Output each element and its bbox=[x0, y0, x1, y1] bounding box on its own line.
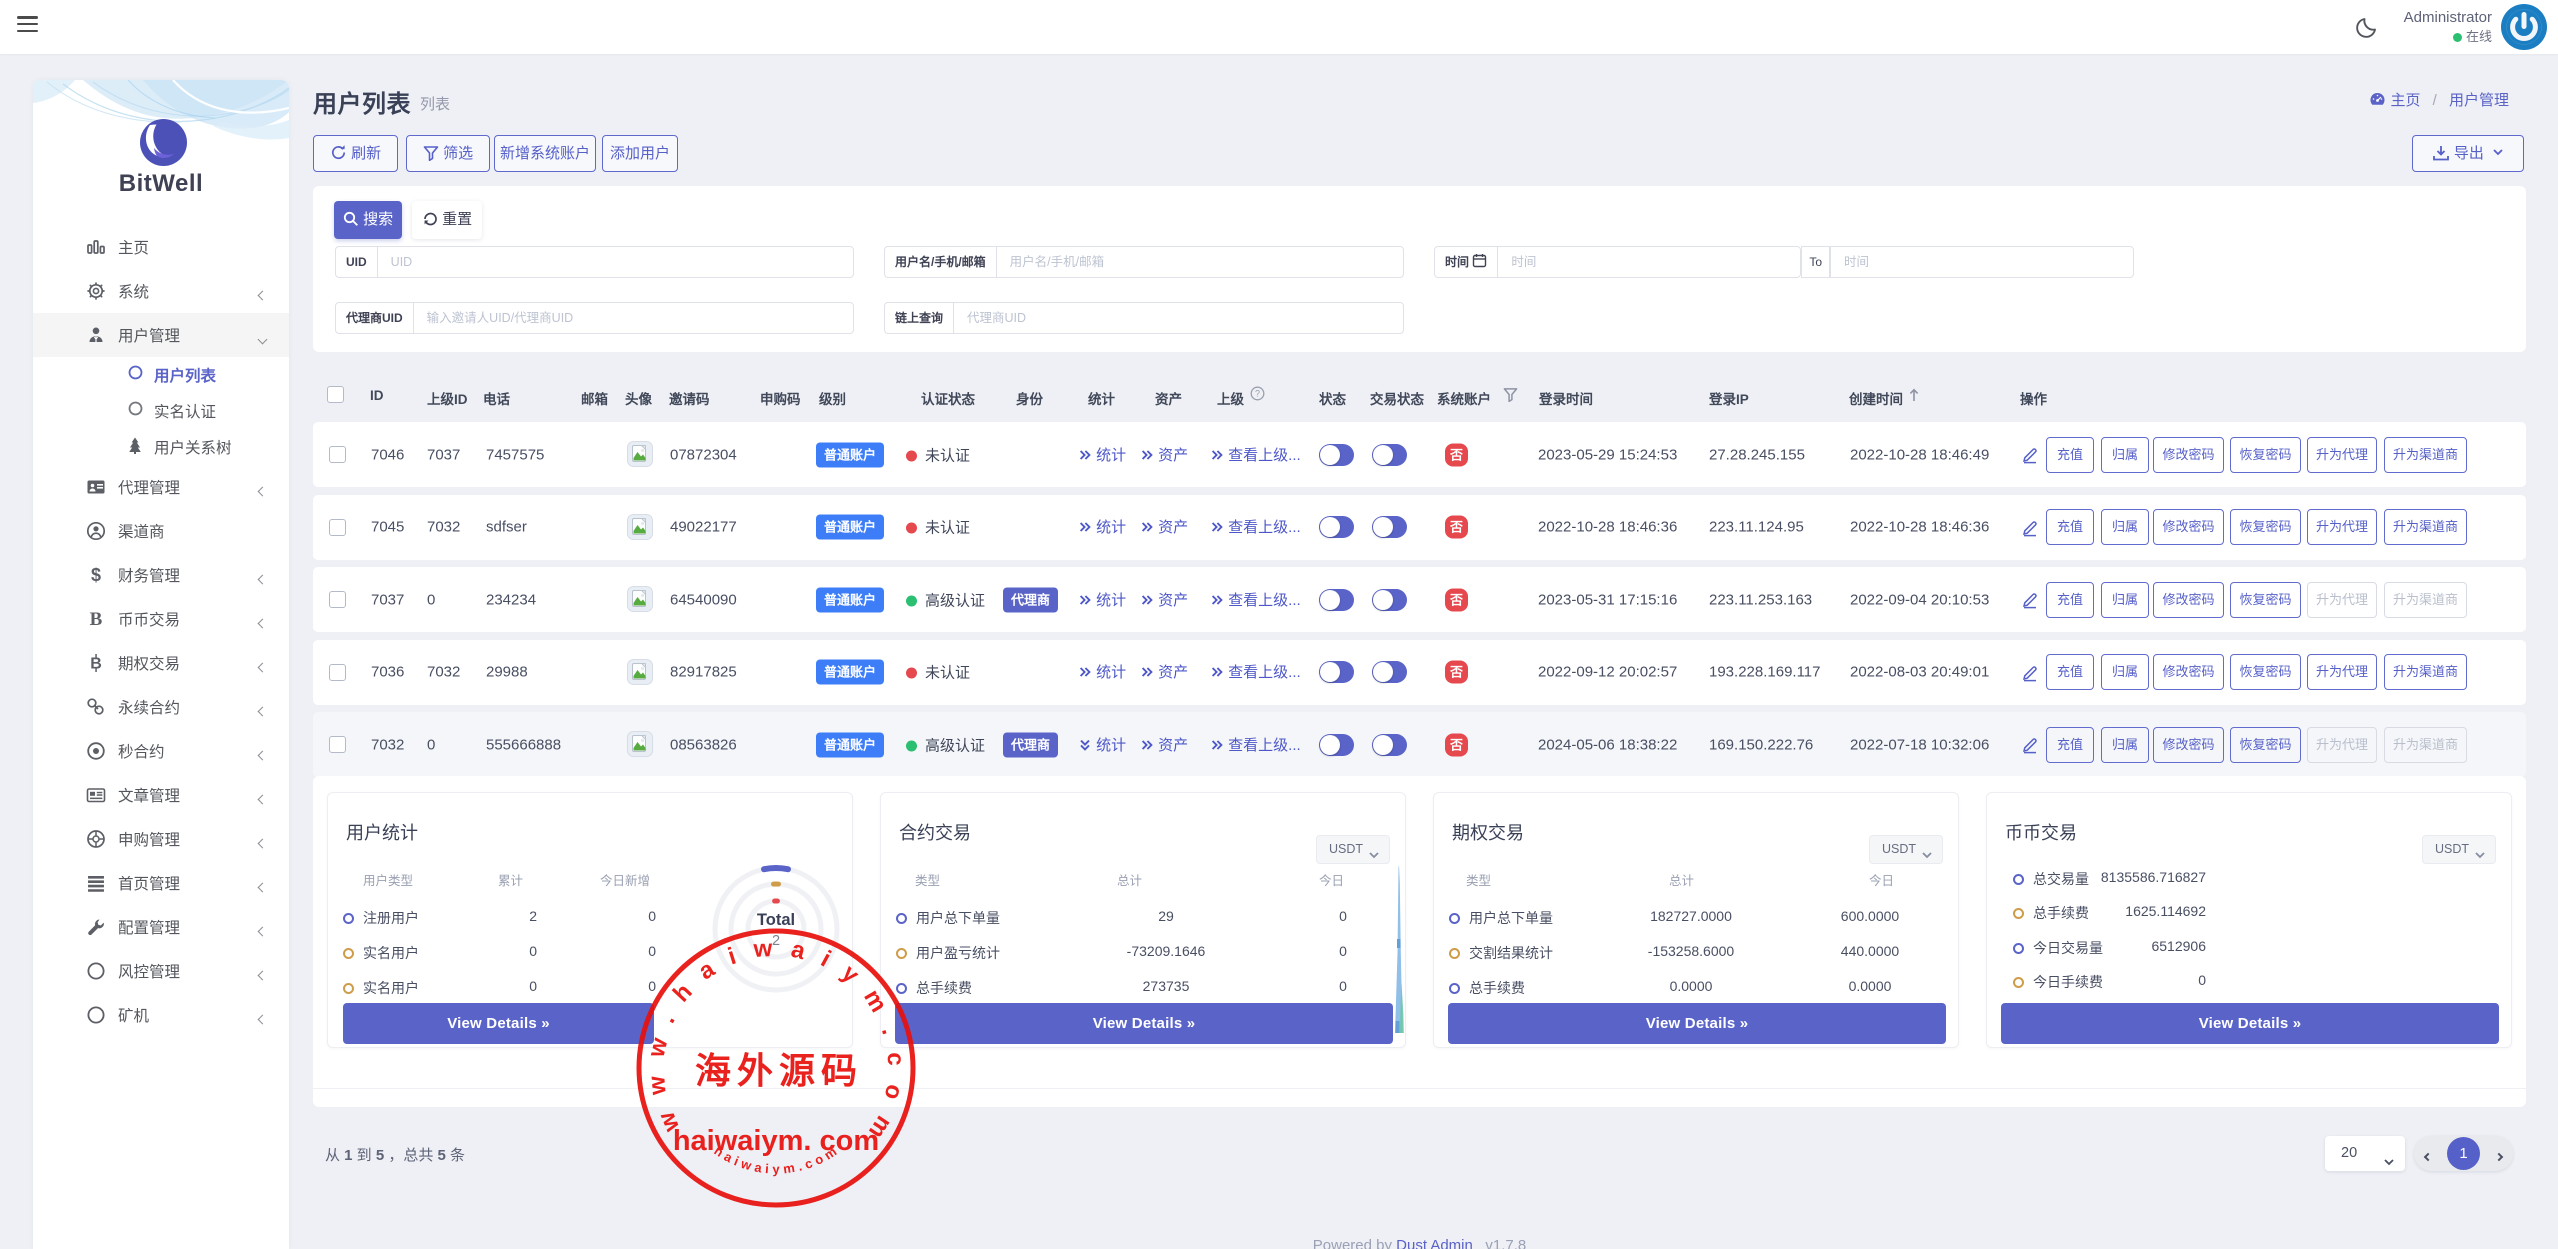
svg-text:haiwaiym. com: haiwaiym. com bbox=[673, 1125, 879, 1157]
svg-text:?: ? bbox=[1255, 389, 1260, 399]
svg-text:haiwaiym.com: haiwaiym.com bbox=[711, 1141, 842, 1176]
svg-text:Total: Total bbox=[757, 911, 795, 929]
svg-text:2: 2 bbox=[772, 933, 780, 949]
svg-text:$: $ bbox=[91, 565, 101, 585]
svg-text:B: B bbox=[90, 609, 103, 629]
